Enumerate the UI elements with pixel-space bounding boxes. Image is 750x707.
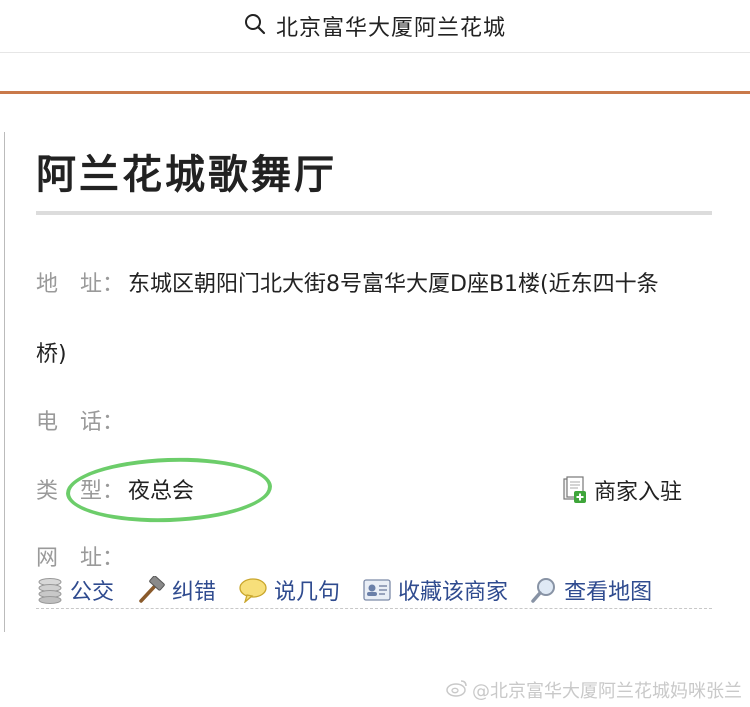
correct-link[interactable]: 纠错 (136, 574, 216, 606)
search-query-text[interactable]: 北京富华大厦阿兰花城 (276, 10, 506, 42)
phone-label: 电 话： (36, 410, 125, 435)
merchant-join-label: 商家入驻 (594, 480, 683, 505)
bus-label: 公交 (70, 580, 115, 605)
action-divider (36, 608, 712, 609)
website-row: 网 址： (36, 540, 128, 572)
header-divider (0, 52, 750, 53)
address-label: 地 址： (36, 272, 125, 297)
address-continued: 桥) (36, 342, 67, 367)
comment-label: 说几句 (274, 580, 341, 605)
search-bar[interactable]: 北京富华大厦阿兰花城 (0, 0, 750, 52)
bus-icon (36, 576, 64, 604)
accent-rule (0, 91, 750, 94)
phone-row: 电 话： (36, 404, 128, 436)
title-rule (36, 211, 712, 215)
website-label: 网 址： (36, 546, 125, 571)
bus-link[interactable]: 公交 (36, 574, 114, 606)
weibo-icon (446, 679, 468, 702)
magnifier-icon (530, 576, 558, 604)
hammer-icon (136, 576, 166, 604)
address-value: 东城区朝阳门北大街8号富华大厦D座B1楼(近东四十条 (128, 272, 659, 297)
search-query-wrap[interactable]: 北京富华大厦阿兰花城 (244, 10, 506, 42)
watermark: @北京富华大厦阿兰花城妈咪张兰 (446, 677, 742, 703)
search-icon (244, 13, 266, 39)
merchant-join-button[interactable]: 商家入驻 (562, 474, 682, 506)
panel-left-edge (0, 132, 5, 632)
favorite-link[interactable]: 收藏该商家 (362, 574, 508, 606)
watermark-text: @北京富华大厦阿兰花城妈咪张兰 (472, 681, 742, 702)
map-link[interactable]: 查看地图 (530, 574, 652, 606)
map-label: 查看地图 (564, 580, 653, 605)
speech-bubble-icon (238, 577, 268, 603)
action-bar: 公交 纠错 说几句 收藏该商家 查看地图 (36, 574, 652, 606)
highlight-circle (64, 454, 274, 526)
favorite-label: 收藏该商家 (398, 580, 509, 605)
address-row: 地 址： 东城区朝阳门北大街8号富华大厦D座B1楼(近东四十条 (36, 266, 659, 298)
page-title: 阿兰花城歌舞厅 (36, 152, 337, 198)
document-add-icon (562, 476, 588, 504)
contact-card-icon (362, 577, 392, 603)
correct-label: 纠错 (172, 580, 217, 605)
comment-link[interactable]: 说几句 (238, 574, 340, 606)
